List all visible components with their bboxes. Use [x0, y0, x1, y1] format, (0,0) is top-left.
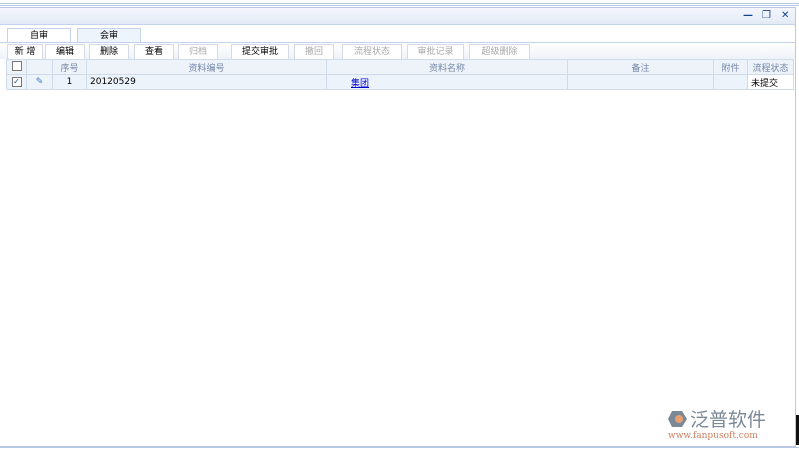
submit-approval-button[interactable]: 提交审批	[231, 44, 289, 60]
row-code: 20120529	[86, 74, 327, 90]
logo-icon	[668, 410, 687, 427]
super-delete-button[interactable]: 超级删除	[469, 44, 530, 60]
row-name-link[interactable]: 集团	[351, 79, 369, 89]
row-checkbox[interactable]: ✓	[11, 77, 22, 87]
logo-url: www.fanpusoft.com	[668, 431, 758, 441]
header-code[interactable]: 资料编号	[86, 59, 327, 75]
tab-joint-review[interactable]: 会审	[77, 28, 141, 43]
row-note	[567, 74, 714, 90]
edit-button[interactable]: 编辑	[45, 44, 85, 60]
row-index: 1	[52, 74, 87, 90]
header-note[interactable]: 备注	[567, 59, 714, 75]
archive-button[interactable]: 归档	[178, 44, 218, 60]
select-all-checkbox[interactable]	[11, 60, 22, 71]
header-status[interactable]: 流程状态	[747, 59, 794, 75]
header-attachment[interactable]: 附件	[713, 59, 748, 75]
minimize-icon[interactable]: —	[743, 10, 753, 21]
restore-icon[interactable]: ❐	[762, 10, 771, 21]
add-button[interactable]: 新 增	[7, 44, 43, 60]
select-all-header[interactable]	[6, 59, 27, 75]
logo: 泛普软件 www.fanpusoft.com	[668, 405, 766, 441]
withdraw-button[interactable]: 撤回	[294, 44, 334, 60]
row-attachment	[713, 74, 748, 90]
title-bar: — ❐ ✕	[0, 8, 795, 25]
close-icon[interactable]: ✕	[781, 10, 789, 21]
row-status: 未提交	[747, 74, 794, 90]
table-row[interactable]: ✓ ✎ 1 20120529 集团 未提交	[6, 74, 794, 90]
data-table: 序号 资料编号 资料名称 备注 附件 流程状态 ✓ ✎ 1 20120529 集…	[6, 59, 794, 90]
header-index[interactable]: 序号	[52, 59, 87, 75]
process-status-button[interactable]: 流程状态	[342, 44, 402, 60]
header-edit	[26, 59, 53, 75]
tab-self-review[interactable]: 自审	[7, 28, 71, 43]
window: — ❐ ✕ 自审 会审 新 增 编辑 删除 查看 归档 提交审批 撤回 流程状态…	[0, 7, 796, 447]
view-button[interactable]: 查看	[134, 44, 174, 60]
header-name[interactable]: 资料名称	[326, 59, 568, 75]
toolbar: 新 增 编辑 删除 查看 归档 提交审批 撤回 流程状态 审批记录 超级删除	[0, 42, 795, 60]
edit-icon[interactable]: ✎	[26, 74, 53, 90]
delete-button[interactable]: 删除	[89, 44, 129, 60]
logo-name: 泛普软件	[690, 409, 767, 431]
table-header: 序号 资料编号 资料名称 备注 附件 流程状态	[6, 59, 794, 75]
approval-log-button[interactable]: 审批记录	[407, 44, 464, 60]
